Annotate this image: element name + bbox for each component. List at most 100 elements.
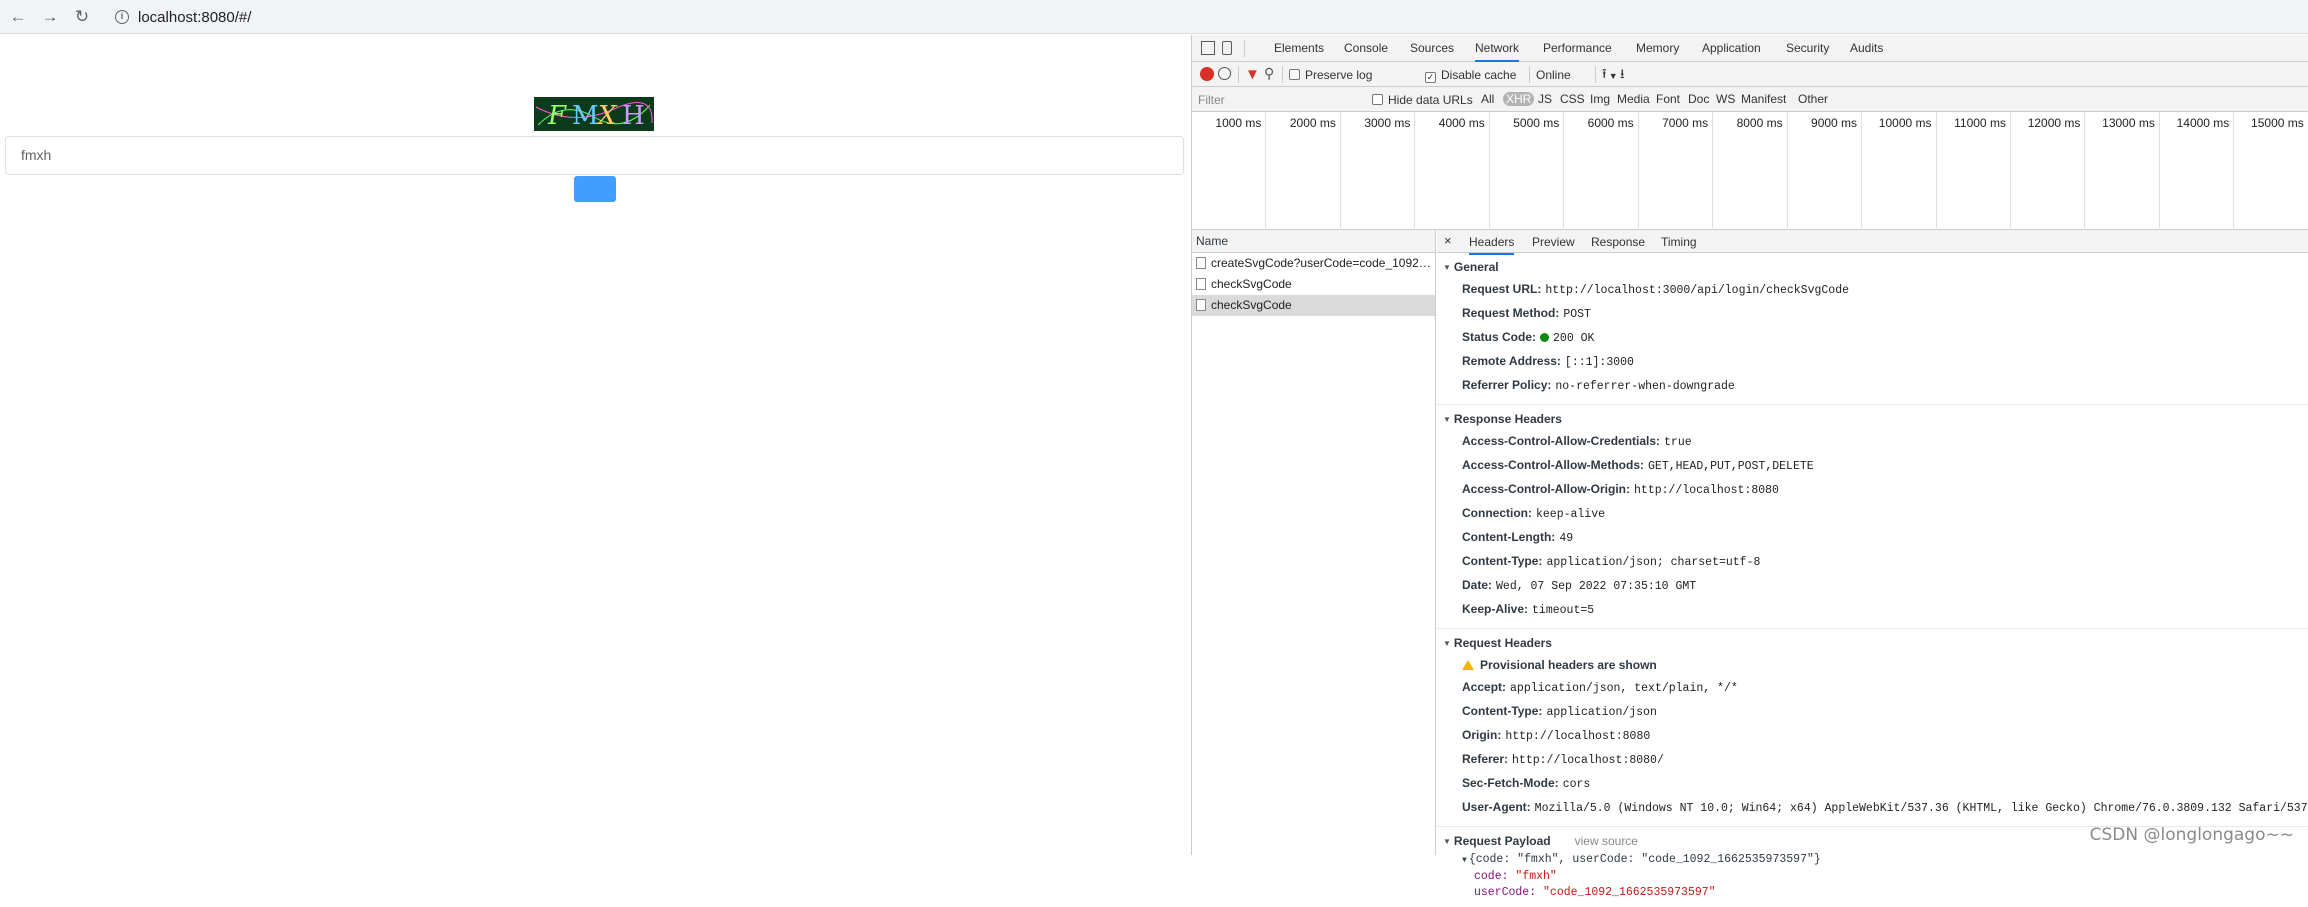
response-headers-header[interactable]: ▼Response Headers [1437,409,2308,430]
type-filter-media[interactable]: Media [1614,92,1653,106]
header-value: true [1664,436,1692,449]
type-filter-xhr[interactable]: XHR [1503,92,1534,106]
tab-elements[interactable]: Elements [1274,41,1324,55]
header-value: application/json [1546,706,1656,719]
forward-icon[interactable]: → [40,7,60,27]
expand-triangle-icon: ▼ [1443,634,1451,654]
tab-timing[interactable]: Timing [1661,235,1697,249]
name-column-header[interactable]: Name [1192,230,1435,253]
disable-cache-checkbox[interactable]: ✓ [1425,72,1436,83]
payload-key: userCode: [1474,886,1536,899]
file-icon [1196,278,1206,290]
request-header-rows: Accept:application/json, text/plain, */*… [1437,676,2308,820]
header-row: Access-Control-Allow-Origin:http://local… [1437,478,2308,502]
preserve-log-checkbox[interactable] [1289,69,1300,80]
header-key: Request Method: [1462,306,1559,320]
network-overview-timeline[interactable]: 1000 ms2000 ms3000 ms4000 ms5000 ms6000 … [1192,112,2308,230]
general-section: ▼General Request URL:http://localhost:30… [1437,253,2308,405]
type-filter-css[interactable]: CSS [1557,92,1588,106]
disable-cache-toggle[interactable]: ✓Disable cache [1425,68,1516,83]
header-value: http://localhost:8080 [1634,484,1779,497]
captcha-input[interactable]: fmxh [5,136,1184,175]
request-row[interactable]: createSvgCode?userCode=code_1092_... [1192,253,1435,274]
response-headers-section: ▼Response Headers Access-Control-Allow-C… [1437,405,2308,629]
tab-security[interactable]: Security [1786,41,1829,55]
view-source-link[interactable]: view source [1575,834,1638,848]
import-har-icon[interactable]: ⭱ [1602,65,1607,87]
header-row: Access-Control-Allow-Methods:GET,HEAD,PU… [1437,454,2308,478]
request-name: checkSvgCode [1211,277,1292,291]
tab-memory[interactable]: Memory [1636,41,1679,55]
devtools-panel: Elements Console Sources Network Perform… [1191,35,2308,855]
payload-value: "fmxh" [1515,870,1556,883]
tab-performance[interactable]: Performance [1543,41,1612,55]
header-row: Date:Wed, 07 Sep 2022 07:35:10 GMT [1437,574,2308,598]
detail-tabbar: × Headers Preview Response Timing [1437,230,2308,253]
general-section-header[interactable]: ▼General [1437,257,2308,278]
tab-audits[interactable]: Audits [1850,41,1883,55]
type-filter-other[interactable]: Other [1795,92,1831,106]
address-url[interactable]: localhost:8080/#/ [138,9,251,26]
export-har-icon[interactable]: ⭳ [1620,65,1625,87]
clear-icon[interactable] [1218,67,1231,80]
divider [1238,66,1239,83]
header-row: Sec-Fetch-Mode:cors [1437,772,2308,796]
captcha-image[interactable]: F M X H [534,97,654,131]
header-key: Content-Type: [1462,704,1542,718]
header-value: POST [1563,308,1591,321]
request-row[interactable]: checkSvgCode [1192,274,1435,295]
header-row: Referrer Policy:no-referrer-when-downgra… [1437,374,2308,398]
header-value: http://localhost:8080/ [1512,754,1664,767]
back-icon[interactable]: ← [8,7,28,27]
tab-console[interactable]: Console [1344,41,1388,55]
captcha-svg: F M X H [534,97,654,131]
record-icon[interactable] [1200,67,1214,81]
request-headers-title: Request Headers [1454,636,1552,650]
status-ok-icon [1540,333,1549,342]
type-filter-font[interactable]: Font [1653,92,1683,106]
inspect-element-icon[interactable] [1201,41,1215,55]
type-filter-doc[interactable]: Doc [1685,92,1712,106]
expand-triangle-icon: ▼ [1462,856,1467,865]
filter-input[interactable]: Filter [1198,93,1225,107]
info-icon[interactable]: i [115,10,129,24]
type-filter-img[interactable]: Img [1587,92,1613,106]
hide-data-urls-checkbox[interactable] [1372,94,1383,105]
tab-preview[interactable]: Preview [1532,235,1575,249]
tab-response[interactable]: Response [1591,235,1645,249]
header-row: Access-Control-Allow-Credentials:true [1437,430,2308,454]
preserve-log-toggle[interactable]: Preserve log [1289,68,1372,82]
close-icon[interactable]: × [1444,233,1452,248]
type-filter-js[interactable]: JS [1535,92,1555,106]
tab-network[interactable]: Network [1475,41,1519,62]
header-key: Status Code: [1462,330,1536,344]
warning-icon [1462,660,1474,670]
payload-field-code: code: "fmxh" [1462,869,2308,885]
header-value: [::1]:3000 [1565,356,1634,369]
request-row-selected[interactable]: checkSvgCode [1192,295,1435,316]
tab-headers[interactable]: Headers [1469,235,1514,255]
request-headers-header[interactable]: ▼Request Headers [1437,633,2308,654]
captcha-char-h: H [622,101,645,131]
tab-sources[interactable]: Sources [1410,41,1454,55]
response-headers-title: Response Headers [1454,412,1562,426]
header-key: Referer: [1462,752,1508,766]
tab-application[interactable]: Application [1702,41,1761,55]
timeline-tick-label: 15000 ms [2251,116,2304,130]
chevron-down-icon: ▼ [1609,71,1618,81]
header-key: Origin: [1462,728,1501,742]
hide-data-urls-toggle[interactable]: Hide data URLs [1372,93,1473,107]
search-icon[interactable]: ⚲ [1264,65,1274,82]
type-filter-manifest[interactable]: Manifest [1738,92,1789,106]
request-headers-section: ▼Request Headers Provisional headers are… [1437,629,2308,827]
type-filter-all[interactable]: All [1478,92,1497,106]
type-filter-ws[interactable]: WS [1713,92,1738,106]
filter-funnel-icon[interactable]: ▼ [1245,66,1260,83]
throttle-value: Online [1536,68,1571,82]
captcha-char-x: X [596,101,618,131]
submit-button[interactable] [574,176,616,202]
address-bar[interactable]: i localhost:8080/#/ [106,4,2300,30]
reload-icon[interactable]: ↻ [72,7,92,27]
device-toolbar-icon[interactable] [1222,41,1232,55]
header-row: User-Agent:Mozilla/5.0 (Windows NT 10.0;… [1437,796,2308,820]
